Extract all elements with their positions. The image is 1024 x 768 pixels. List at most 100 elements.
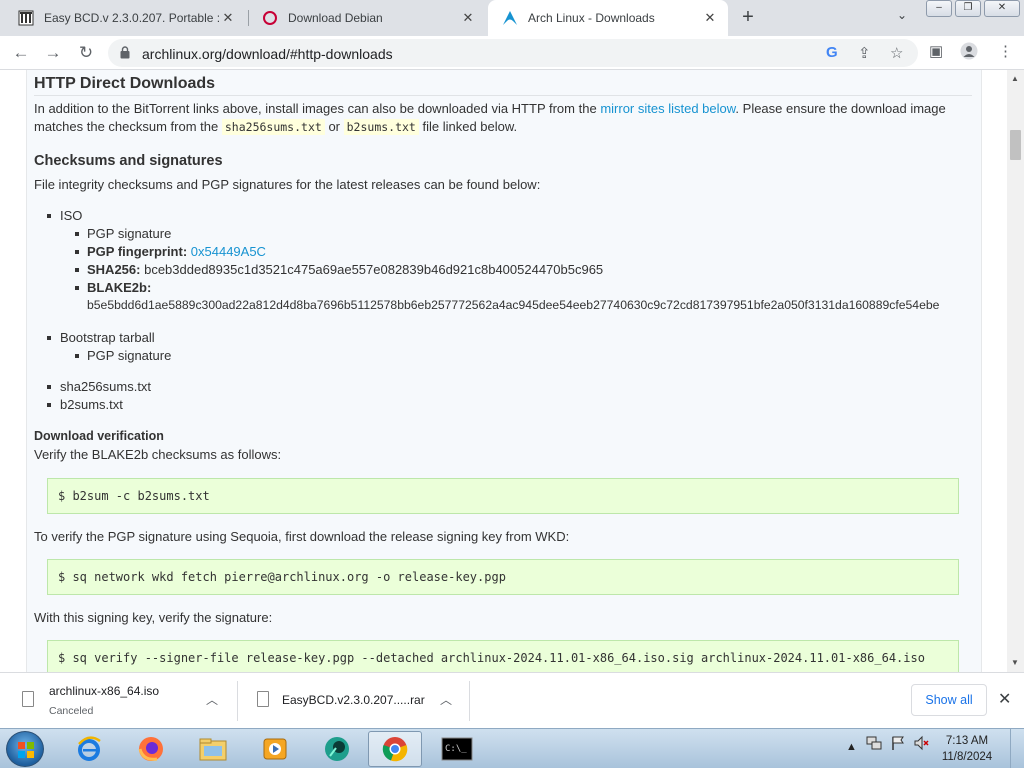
profile-icon[interactable] <box>960 42 978 64</box>
blake2b-label: BLAKE2b: <box>87 280 152 295</box>
checksums-description: File integrity checksums and PGP signatu… <box>34 177 541 192</box>
iso-label: ISO <box>60 208 83 223</box>
fingerprint-label: PGP fingerprint: <box>87 244 188 259</box>
sha256-label: SHA256: <box>87 262 141 277</box>
file-icon <box>22 691 34 707</box>
chevron-up-icon[interactable]: ︿ <box>440 691 452 708</box>
bullet <box>75 232 79 236</box>
show-all-button[interactable]: Show all <box>911 684 987 716</box>
downloads-bar: archlinux-x86_64.iso Canceled ︿ EasyBCD.… <box>0 672 1024 728</box>
sha256-item: SHA256: bceb3dded8935c1d3521c475a69ae557… <box>87 262 603 277</box>
bootstrap-pgp-signature-link[interactable]: PGP signature <box>87 348 171 363</box>
sha256-value: bceb3dded8935c1d3521c475a69ae557e082839b… <box>144 262 604 277</box>
close-icon[interactable]: ✕ <box>460 10 476 26</box>
tray-expand-icon[interactable]: ▲ <box>846 741 857 753</box>
intro-text: file linked below. <box>422 119 518 134</box>
system-clock[interactable]: 7:13 AM 11/8/2024 <box>932 733 1002 765</box>
vertical-scrollbar[interactable]: ▲ ▼ <box>1007 70 1024 672</box>
window-close-button[interactable]: ✕ <box>984 0 1020 17</box>
intro-text: . Please ensure the download image <box>735 101 946 116</box>
close-icon[interactable]: ✕ <box>220 10 236 26</box>
page-content: HTTP Direct Downloads In addition to the… <box>0 70 1024 672</box>
kebab-menu-icon[interactable]: ⋮ <box>998 42 1013 60</box>
command-prompt-icon[interactable]: C:\_ <box>430 731 484 767</box>
clock-date: 11/8/2024 <box>941 751 993 763</box>
close-icon[interactable]: ✕ <box>702 10 718 26</box>
divider <box>469 681 470 721</box>
divider <box>34 95 972 96</box>
lock-icon <box>120 46 130 59</box>
b2sums-link[interactable]: b2sums.txt <box>60 397 123 412</box>
download-filename: archlinux-x86_64.iso <box>49 684 160 698</box>
mirror-sites-link[interactable]: mirror sites listed below <box>600 101 735 116</box>
file-icon <box>257 691 269 707</box>
share-icon[interactable]: ⇪ <box>858 44 871 62</box>
new-tab-button[interactable]: + <box>738 6 758 28</box>
scroll-down-arrow-icon[interactable]: ▼ <box>1011 658 1019 667</box>
tab-title: Easy BCD.v 2.3.0.207. Portable : F <box>44 11 220 25</box>
verification-heading: Download verification <box>34 429 164 443</box>
minimize-button[interactable]: – <box>926 0 952 17</box>
intro-text: In addition to the BitTorrent links abov… <box>34 101 597 116</box>
forward-arrow-icon[interactable]: → <box>41 41 65 65</box>
tab-debian[interactable]: Download Debian ✕ <box>248 0 486 36</box>
download-filename: EasyBCD.v2.3.0.207.....rar <box>282 693 425 707</box>
svg-text:C:\_: C:\_ <box>445 744 467 754</box>
side-panel-icon[interactable]: ▣ <box>929 42 943 60</box>
internet-explorer-icon[interactable] <box>62 731 116 767</box>
bullet <box>47 336 51 340</box>
download-status: Canceled <box>49 705 94 717</box>
fingerprint-link[interactable]: 0x54449A5C <box>191 244 266 259</box>
network-icon[interactable] <box>866 735 882 754</box>
windows-taskbar: C:\_ ▲ 7:13 AM 11/8/2024 <box>0 728 1024 768</box>
page-title: HTTP Direct Downloads <box>34 75 216 92</box>
blake2b-value: b5e5bdd6d1ae5889c300ad22a812d4d8ba7696b5… <box>87 298 940 312</box>
verify-pgp-text: To verify the PGP signature using Sequoi… <box>34 529 570 544</box>
address-bar[interactable]: archlinux.org/download/#http-downloads G… <box>108 39 918 67</box>
bullet <box>47 403 51 407</box>
code-block-wkd-fetch: $ sq network wkd fetch pierre@archlinux.… <box>47 559 959 595</box>
chrome-icon[interactable] <box>368 731 422 767</box>
tab-title: Download Debian <box>288 11 383 25</box>
back-arrow-icon[interactable]: ← <box>9 41 33 65</box>
intro-text: matches the checksum from the <box>34 119 219 134</box>
code-block-b2sum: $ b2sum -c b2sums.txt <box>47 478 959 514</box>
with-key-text: With this signing key, verify the signat… <box>34 610 273 625</box>
volume-muted-icon[interactable] <box>913 735 929 754</box>
google-lens-icon[interactable]: G <box>826 44 838 61</box>
url-text: archlinux.org/download/#http-downloads <box>142 46 393 62</box>
sha256sums-code: sha256sums.txt <box>221 119 325 135</box>
flag-icon[interactable] <box>890 735 906 754</box>
download-item[interactable]: EasyBCD.v2.3.0.207.....rar ︿ <box>238 679 468 723</box>
sha256sums-link[interactable]: sha256sums.txt <box>60 379 151 394</box>
close-icon[interactable]: ✕ <box>998 689 1011 709</box>
scrollbar-thumb[interactable] <box>1010 130 1021 160</box>
bullet <box>75 250 79 254</box>
checksums-heading: Checksums and signatures <box>34 153 223 169</box>
firefox-icon[interactable] <box>124 731 178 767</box>
bullet <box>75 354 79 358</box>
bullet <box>75 286 79 290</box>
chevron-up-icon[interactable]: ︿ <box>206 691 218 708</box>
chevron-down-icon[interactable]: ⌄ <box>897 8 907 22</box>
tab-title: Arch Linux - Downloads <box>528 11 655 25</box>
media-player-icon[interactable] <box>248 731 302 767</box>
reload-icon[interactable]: ↻ <box>74 41 98 65</box>
scroll-up-arrow-icon[interactable]: ▲ <box>1011 74 1019 83</box>
start-button[interactable] <box>6 731 44 767</box>
iso-pgp-signature-link[interactable]: PGP signature <box>87 226 171 241</box>
star-icon[interactable]: ☆ <box>890 44 903 62</box>
show-desktop-button[interactable] <box>1010 729 1024 768</box>
file-explorer-icon[interactable] <box>186 731 240 767</box>
maximize-button[interactable]: ❐ <box>955 0 981 17</box>
tab-easybcd[interactable]: Easy BCD.v 2.3.0.207. Portable : F ✕ <box>4 0 246 36</box>
b2sums-code: b2sums.txt <box>343 119 419 135</box>
tab-archlinux[interactable]: Arch Linux - Downloads ✕ <box>488 0 728 36</box>
pgp-fingerprint-item: PGP fingerprint: 0x54449A5C <box>87 244 266 259</box>
green-app-icon[interactable] <box>310 731 364 767</box>
bootstrap-label: Bootstrap tarball <box>60 330 155 345</box>
download-item[interactable]: archlinux-x86_64.iso Canceled ︿ <box>0 679 236 723</box>
intro-paragraph: In addition to the BitTorrent links abov… <box>34 100 964 136</box>
code-block-sq-verify: $ sq verify --signer-file release-key.pg… <box>47 640 959 672</box>
tab-strip: Easy BCD.v 2.3.0.207. Portable : F ✕ Dow… <box>0 0 1024 36</box>
